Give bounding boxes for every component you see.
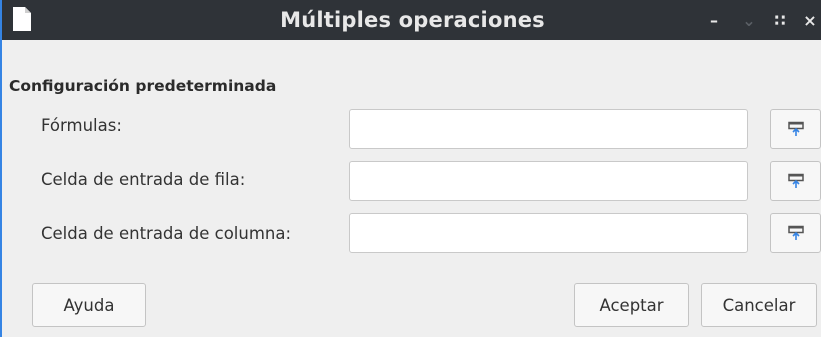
column-input-cell-input[interactable] <box>349 213 748 253</box>
row-input-shrink-button[interactable] <box>770 161 821 201</box>
titlebar: Múltiples operaciones – ⌄ ∷ × <box>2 0 821 40</box>
formulas-shrink-button[interactable] <box>770 109 821 149</box>
section-heading: Configuración predeterminada <box>9 77 277 95</box>
formulas-input[interactable] <box>349 109 748 149</box>
window-title: Múltiples operaciones <box>280 8 545 32</box>
ok-button[interactable]: Aceptar <box>574 283 689 327</box>
cancel-button[interactable]: Cancelar <box>701 283 817 327</box>
help-button[interactable]: Ayuda <box>32 283 146 327</box>
maximize-button[interactable]: ∷ <box>769 0 791 40</box>
dialog-window: Múltiples operaciones – ⌄ ∷ × Configurac… <box>0 0 821 337</box>
formulas-label: Fórmulas: <box>41 116 122 135</box>
row-input-cell-label: Celda de entrada de fila: <box>41 170 246 189</box>
close-button[interactable]: × <box>799 0 821 40</box>
column-input-shrink-button[interactable] <box>770 213 821 253</box>
shrink-selection-icon <box>787 121 804 136</box>
row-input-cell-input[interactable] <box>349 161 748 201</box>
restore-button[interactable]: ⌄ <box>738 0 760 40</box>
minimize-button[interactable]: – <box>703 0 725 40</box>
dialog-content: Configuración predeterminada Fórmulas: C… <box>2 40 821 337</box>
shrink-selection-icon <box>787 173 804 188</box>
column-input-cell-label: Celda de entrada de columna: <box>41 224 292 243</box>
shrink-selection-icon <box>787 225 804 240</box>
